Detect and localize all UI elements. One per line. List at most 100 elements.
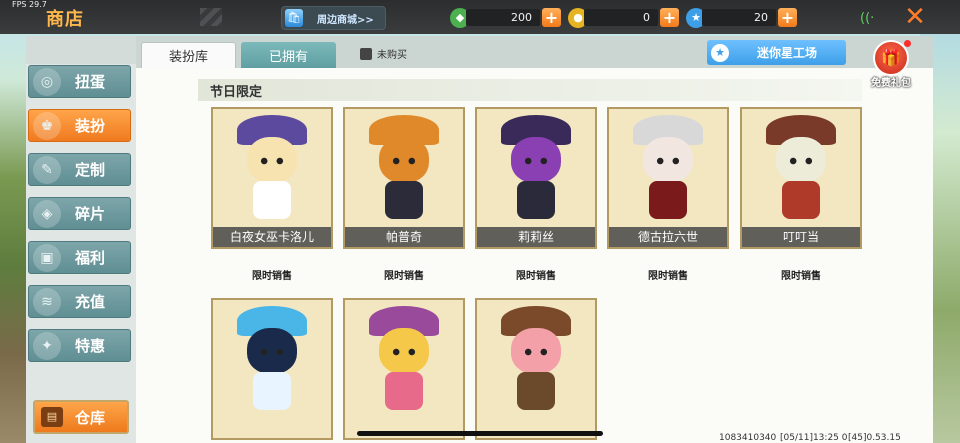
item-card[interactable]: 莉莉丝 [475, 107, 597, 249]
sidebar-item-label: 特惠 [75, 337, 106, 355]
character-body [385, 372, 423, 410]
sidebar-item-gacha[interactable]: ◎ 扭蛋 [28, 65, 131, 98]
limited-sale-label: 限时销售 [384, 271, 424, 282]
brush-icon: ✎ [33, 155, 61, 184]
gold-coin-value: 0 [584, 9, 658, 26]
character-eyes [523, 348, 549, 356]
home-indicator [357, 431, 603, 436]
merch-mall-label: 周边商城>> [317, 14, 374, 26]
character-body [517, 372, 555, 410]
sidebar-item-label: 定制 [75, 161, 106, 179]
tab-owned[interactable]: 已拥有 [241, 42, 336, 68]
character-portrait [742, 109, 860, 229]
sidebar-item-label: 碎片 [75, 205, 106, 223]
discount-icon: ✦ [33, 331, 61, 360]
character-portrait [213, 300, 331, 420]
currency-blue-star: ★ 20 + [686, 7, 797, 28]
star-icon: ★ [711, 43, 729, 62]
item-card[interactable] [211, 298, 333, 440]
add-gold-coin-button[interactable]: + [660, 8, 679, 27]
character-eyes [259, 348, 285, 356]
add-green-gem-button[interactable]: + [542, 8, 561, 27]
version: [45]0.53.15 [848, 433, 901, 443]
coins-icon: ≋ [33, 287, 61, 316]
limited-sale-label: 限时销售 [516, 271, 556, 282]
sidebar-item-fragments[interactable]: ◈ 碎片 [28, 197, 131, 230]
item-card[interactable] [343, 298, 465, 440]
character-eyes [391, 157, 417, 165]
character-portrait [213, 109, 331, 229]
character-portrait [609, 109, 727, 229]
gift-icon: ▣ [33, 243, 61, 272]
outfit-icon: ♚ [33, 111, 61, 140]
item-name: 叮叮当 [742, 227, 860, 247]
sidebar-header [26, 36, 138, 64]
character-eyes [655, 157, 681, 165]
sidebar-item-label: 装扮 [75, 117, 106, 135]
limited-sale-label: 限时销售 [252, 271, 292, 282]
section-title: 节日限定 [210, 84, 263, 100]
close-button[interactable]: ✕ [900, 2, 930, 32]
item-name: 莉莉丝 [477, 227, 595, 247]
item-card[interactable]: 叮叮当 [740, 107, 862, 249]
currency-gold-coin: ● 0 + [568, 7, 679, 28]
limited-sale-label: 限时销售 [781, 271, 821, 282]
warehouse-label: 仓库 [75, 408, 106, 427]
currency-green-gem: ◆ 200 + [450, 7, 561, 28]
limited-sale-label: 限时销售 [648, 271, 688, 282]
character-portrait [477, 300, 595, 420]
character-body [649, 181, 687, 219]
sidebar-item-special[interactable]: ✦ 特惠 [28, 329, 131, 362]
character-body [517, 181, 555, 219]
item-name: 德古拉六世 [609, 227, 727, 247]
character-portrait [345, 109, 463, 229]
section-header: 节日限定 [198, 79, 862, 101]
free-gift-label: 免费礼包 [871, 78, 911, 89]
unbought-checkbox[interactable] [360, 47, 372, 60]
green-gem-value: 200 [466, 9, 540, 26]
merch-mall-button[interactable]: 🛍 周边商城>> [281, 6, 386, 30]
add-blue-star-button[interactable]: + [778, 8, 797, 27]
user-id: 1083410340 [719, 433, 777, 443]
item-card[interactable]: 帕普奇 [343, 107, 465, 249]
character-portrait [345, 300, 463, 420]
tab-outfit-library[interactable]: 装扮库 [141, 42, 236, 68]
item-card[interactable]: 德古拉六世 [607, 107, 729, 249]
sidebar-item-label: 扭蛋 [75, 73, 106, 91]
fragment-icon: ◈ [33, 199, 61, 228]
unbought-filter[interactable]: 未购买 [360, 46, 407, 61]
timestamp: [05/11]13:25 0 [780, 433, 848, 443]
notification-dot [904, 40, 911, 47]
character-body [782, 181, 820, 219]
character-eyes [523, 157, 549, 165]
shop-title: 商店 [46, 9, 84, 30]
character-portrait [477, 109, 595, 229]
decorative-stripe [200, 8, 222, 26]
unbought-label: 未购买 [377, 50, 407, 61]
fps-counter: FPS 29.7 [12, 0, 47, 9]
character-eyes [788, 157, 814, 165]
character-eyes [391, 348, 417, 356]
workshop-button[interactable]: ★ 迷你星工场 [707, 40, 846, 65]
character-body [253, 181, 291, 219]
sidebar-item-label: 充值 [75, 293, 106, 311]
character-body [385, 181, 423, 219]
sidebar-item-label: 福利 [75, 249, 106, 267]
sidebar-item-recharge[interactable]: ≋ 充值 [28, 285, 131, 318]
blue-star-value: 20 [702, 9, 776, 26]
item-card[interactable]: 白夜女巫卡洛儿 [211, 107, 333, 249]
sidebar-item-customize[interactable]: ✎ 定制 [28, 153, 131, 186]
capsule-icon: ◎ [33, 67, 61, 96]
sidebar-item-welfare[interactable]: ▣ 福利 [28, 241, 131, 274]
item-card[interactable] [475, 298, 597, 440]
character-body [253, 372, 291, 410]
character-eyes [259, 157, 285, 165]
shopping-bag-icon: 🛍 [285, 9, 303, 27]
free-gift-button[interactable]: 🎁 免费礼包 [868, 40, 914, 90]
warehouse-button[interactable]: ▤ 仓库 [33, 400, 129, 434]
signal-icon: ((· [860, 11, 875, 26]
item-name: 帕普奇 [345, 227, 463, 247]
item-name: 白夜女巫卡洛儿 [213, 227, 331, 247]
sidebar-item-outfit[interactable]: ♚ 装扮 [28, 109, 131, 142]
warehouse-icon: ▤ [41, 407, 63, 427]
